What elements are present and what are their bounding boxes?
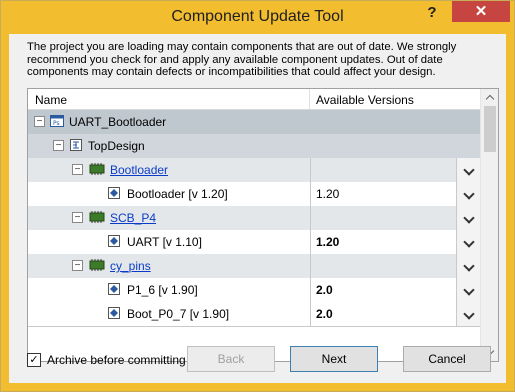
- name-cell: P1_6 [v 1.90]: [28, 278, 309, 302]
- version-cell[interactable]: [310, 206, 457, 230]
- version-value: 1.20: [316, 187, 340, 201]
- component-chip-icon: [89, 259, 105, 271]
- collapse-icon[interactable]: −: [53, 140, 64, 151]
- component-link[interactable]: cy_pins: [110, 259, 151, 273]
- tree-row-instance-boot-p0-7[interactable]: Boot_P0_7 [v 1.90] 2.0: [28, 302, 481, 327]
- tree-row-component-cy-pins[interactable]: − cy_pins: [28, 254, 481, 279]
- scroll-up-arrow-icon[interactable]: [481, 89, 498, 106]
- version-dropdown-button[interactable]: [456, 182, 481, 206]
- name-cell: − Bootloader: [28, 158, 309, 182]
- tree-row-label: P1_6 [v 1.90]: [127, 283, 198, 297]
- svg-text:Ps: Ps: [53, 120, 60, 127]
- close-button[interactable]: ✕: [452, 1, 510, 22]
- column-header-name[interactable]: Name: [35, 93, 67, 107]
- component-link[interactable]: Bootloader: [110, 163, 168, 177]
- tree-row-project[interactable]: − Ps UART_Bootloader: [28, 110, 480, 135]
- collapse-icon[interactable]: −: [72, 212, 83, 223]
- archive-label[interactable]: Archive before committing: [47, 353, 186, 367]
- version-dropdown-button[interactable]: [456, 254, 481, 278]
- collapse-icon[interactable]: −: [72, 260, 83, 271]
- version-dropdown-button[interactable]: [456, 206, 481, 230]
- version-cell[interactable]: [310, 158, 457, 182]
- dialog-body: The project you are loading may contain …: [9, 34, 506, 383]
- component-link[interactable]: SCB_P4: [110, 211, 156, 225]
- version-value: 1.20: [316, 235, 340, 249]
- grid-header: Name Available Versions: [28, 89, 480, 110]
- version-dropdown-button[interactable]: [456, 302, 481, 326]
- version-dropdown-button[interactable]: [456, 230, 481, 254]
- scrollbar-thumb[interactable]: [484, 106, 496, 152]
- version-dropdown-button[interactable]: [456, 278, 481, 302]
- help-button[interactable]: ?: [422, 4, 442, 22]
- cancel-button[interactable]: Cancel: [403, 346, 491, 372]
- component-chip-icon: [89, 211, 105, 223]
- title-bar: Component Update Tool ? ✕: [1, 1, 514, 34]
- collapse-icon[interactable]: −: [34, 116, 45, 127]
- component-update-window: Component Update Tool ? ✕ The project yo…: [0, 0, 515, 392]
- version-cell[interactable]: 2.0: [310, 278, 457, 302]
- archive-checkbox[interactable]: ✓: [27, 353, 41, 367]
- column-separator[interactable]: [309, 89, 310, 109]
- name-cell: − TopDesign: [28, 134, 309, 158]
- name-cell: − SCB_P4: [28, 206, 309, 230]
- tree-row-component-bootloader[interactable]: − Bootloader: [28, 158, 481, 183]
- tree-row-label: UART [v 1.10]: [127, 235, 202, 249]
- version-value: 2.0: [316, 307, 333, 321]
- vertical-scrollbar[interactable]: [480, 89, 498, 361]
- instance-icon: [108, 283, 120, 295]
- tree-row-label: Boot_P0_7 [v 1.90]: [127, 307, 230, 321]
- tree-row-component-scb-p4[interactable]: − SCB_P4: [28, 206, 481, 231]
- version-cell[interactable]: [310, 254, 457, 278]
- column-header-versions[interactable]: Available Versions: [316, 93, 414, 107]
- description-text: The project you are loading may contain …: [27, 41, 457, 78]
- project-icon: Ps: [50, 115, 64, 127]
- name-cell: − Ps UART_Bootloader: [28, 110, 309, 134]
- name-cell: UART [v 1.10]: [28, 230, 309, 254]
- tree-row-instance-bootloader[interactable]: Bootloader [v 1.20] 1.20: [28, 182, 481, 207]
- components-tree-grid: Name Available Versions − Ps UART_Bootlo…: [27, 88, 499, 362]
- version-cell[interactable]: 2.0: [310, 302, 457, 326]
- tree-row-instance-p1-6[interactable]: P1_6 [v 1.90] 2.0: [28, 278, 481, 303]
- version-value: 2.0: [316, 283, 333, 297]
- tree-row-label: TopDesign: [88, 139, 145, 153]
- tree-row-topdesign[interactable]: − TopDesign: [28, 134, 480, 159]
- version-cell[interactable]: 1.20: [310, 182, 457, 206]
- version-cell[interactable]: 1.20: [310, 230, 457, 254]
- instance-icon: [108, 187, 120, 199]
- name-cell: Bootloader [v 1.20]: [28, 182, 309, 206]
- back-button[interactable]: Back: [187, 346, 275, 372]
- component-chip-icon: [89, 163, 105, 175]
- version-dropdown-button[interactable]: [456, 158, 481, 182]
- tree-row-label: UART_Bootloader: [69, 115, 167, 129]
- tree-row-instance-uart[interactable]: UART [v 1.10] 1.20: [28, 230, 481, 255]
- schematic-icon: [70, 139, 82, 151]
- name-cell: − cy_pins: [28, 254, 309, 278]
- collapse-icon[interactable]: −: [72, 164, 83, 175]
- next-button[interactable]: Next: [290, 346, 378, 372]
- tree-row-label: Bootloader [v 1.20]: [127, 187, 228, 201]
- name-cell: Boot_P0_7 [v 1.90]: [28, 302, 309, 326]
- instance-icon: [108, 307, 120, 319]
- instance-icon: [108, 235, 120, 247]
